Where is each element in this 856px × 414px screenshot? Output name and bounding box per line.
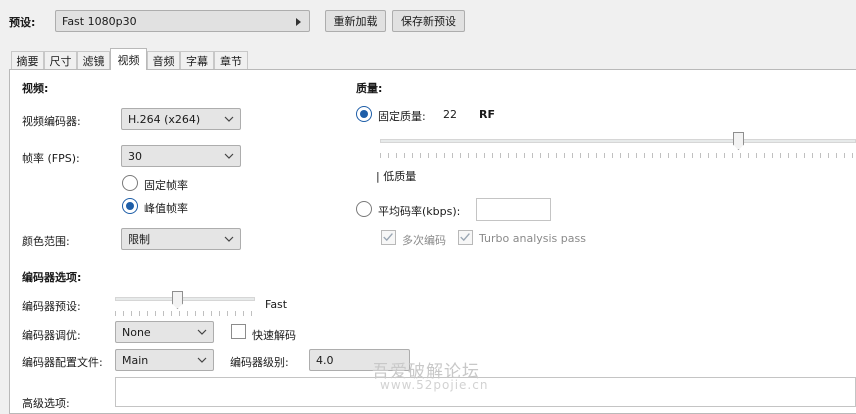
chevron-down-icon xyxy=(224,153,234,159)
save-new-preset-button[interactable]: 保存新预设 xyxy=(392,10,465,32)
encoder-preset-label: 编码器预设: xyxy=(22,300,81,313)
constant-fps-radio[interactable] xyxy=(122,175,138,191)
video-section-title: 视频: xyxy=(22,82,49,95)
video-codec-dropdown[interactable]: H.264 (x264) xyxy=(121,108,241,130)
preset-label: 预设: xyxy=(9,16,36,29)
encoder-profile-value: Main xyxy=(122,353,149,367)
tab-dimensions[interactable]: 尺寸 xyxy=(44,51,77,70)
check-icon xyxy=(383,233,393,242)
video-codec-value: H.264 (x264) xyxy=(128,112,201,126)
quality-value: 22 xyxy=(443,108,457,121)
quality-slider-track[interactable] xyxy=(380,139,856,143)
advanced-options-label: 高级选项: xyxy=(22,397,70,410)
multipass-label: 多次编码 xyxy=(402,234,446,247)
encoder-profile-dropdown[interactable]: Main xyxy=(115,349,214,371)
turbo-checkbox[interactable] xyxy=(458,230,473,245)
peak-fps-radio[interactable] xyxy=(122,198,138,214)
low-quality-label: | 低质量 xyxy=(376,170,417,183)
quality-section-title: 质量: xyxy=(356,82,383,95)
encoder-preset-value: Fast xyxy=(265,298,288,311)
encoder-profile-label: 编码器配置文件: xyxy=(22,356,103,369)
quality-slider-ticks xyxy=(380,153,856,158)
turbo-label: Turbo analysis pass xyxy=(479,232,586,245)
fps-label: 帧率 (FPS): xyxy=(22,152,80,165)
avg-bitrate-radio[interactable] xyxy=(356,201,372,217)
constant-quality-radio[interactable] xyxy=(356,106,372,122)
encoder-tune-label: 编码器调优: xyxy=(22,329,81,342)
multipass-checkbox[interactable] xyxy=(381,230,396,245)
fast-decode-checkbox[interactable] xyxy=(231,324,246,339)
watermark-url: www.52pojie.cn xyxy=(380,378,489,392)
chevron-down-icon xyxy=(197,357,207,363)
avg-bitrate-label: 平均码率(kbps): xyxy=(378,205,461,218)
chevron-down-icon xyxy=(197,329,207,335)
encoder-tune-value: None xyxy=(122,325,151,339)
tab-chapters[interactable]: 章节 xyxy=(214,51,248,70)
tab-summary[interactable]: 摘要 xyxy=(11,51,44,70)
encoder-level-value: 4.0 xyxy=(316,353,334,367)
avg-bitrate-input[interactable] xyxy=(476,198,551,221)
encoder-preset-slider-ticks xyxy=(115,311,255,316)
tab-filters[interactable]: 滤镜 xyxy=(77,51,110,70)
tab-video[interactable]: 视频 xyxy=(110,48,147,70)
encoder-tune-dropdown[interactable]: None xyxy=(115,321,214,343)
encoder-section-title: 编码器选项: xyxy=(22,271,82,284)
fps-value: 30 xyxy=(128,149,142,163)
preset-dropdown[interactable]: Fast 1080p30 xyxy=(55,10,310,32)
chevron-down-icon xyxy=(224,236,234,242)
chevron-down-icon xyxy=(224,116,234,122)
chevron-right-icon xyxy=(296,18,301,26)
tab-subtitles[interactable]: 字幕 xyxy=(180,51,214,70)
reload-button[interactable]: 重新加载 xyxy=(325,10,386,32)
constant-quality-label: 固定质量: xyxy=(378,110,426,123)
video-codec-label: 视频编码器: xyxy=(22,115,81,128)
encoder-level-label: 编码器级别: xyxy=(230,356,289,369)
fast-decode-label: 快速解码 xyxy=(252,329,296,342)
color-range-label: 颜色范围: xyxy=(22,235,70,248)
peak-fps-label: 峰值帧率 xyxy=(144,202,188,215)
preset-value: Fast 1080p30 xyxy=(62,14,137,28)
encoder-preset-slider-track[interactable] xyxy=(115,297,255,301)
constant-fps-label: 固定帧率 xyxy=(144,179,188,192)
tab-audio[interactable]: 音频 xyxy=(147,51,180,70)
quality-unit: RF xyxy=(479,108,495,121)
color-range-value: 限制 xyxy=(128,233,150,246)
fps-dropdown[interactable]: 30 xyxy=(121,145,241,167)
check-icon xyxy=(460,233,470,242)
color-range-dropdown[interactable]: 限制 xyxy=(121,228,241,250)
